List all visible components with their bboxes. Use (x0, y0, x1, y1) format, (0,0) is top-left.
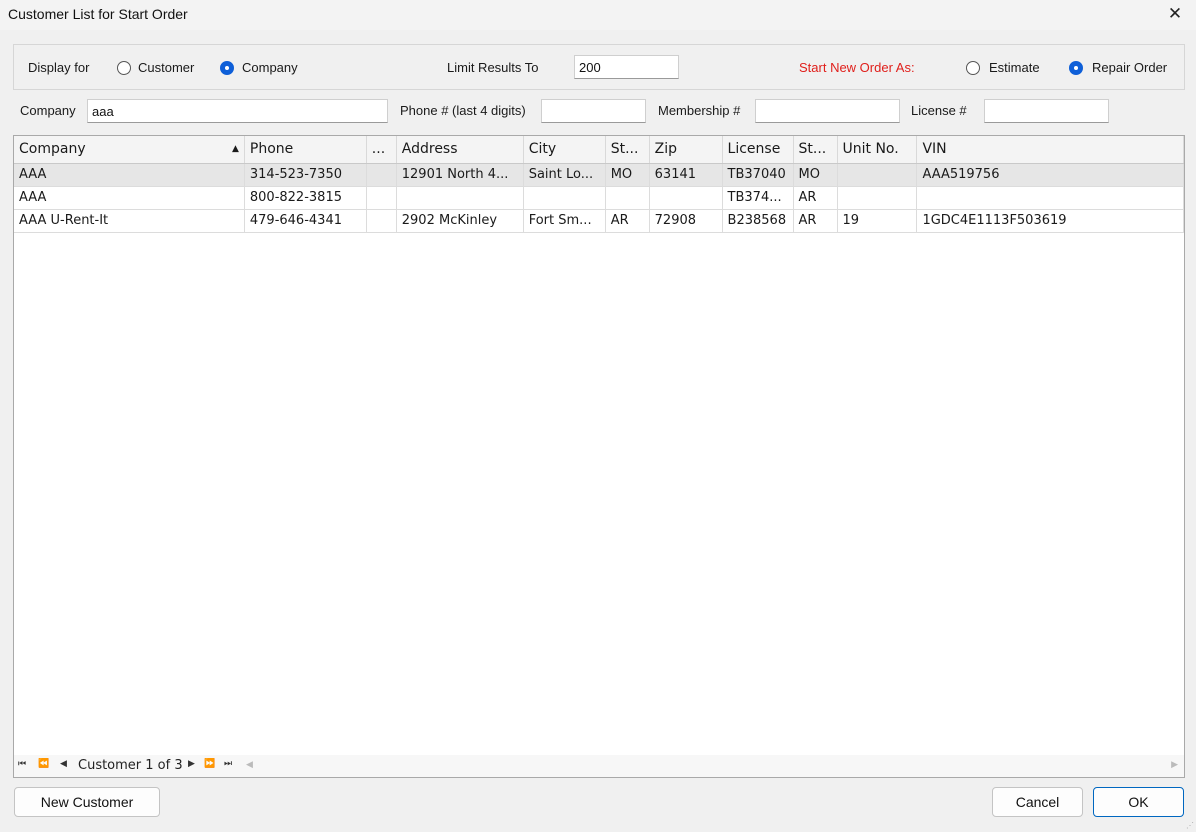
customer-radio-label[interactable]: Customer (138, 60, 194, 75)
cancel-button[interactable]: Cancel (992, 787, 1083, 817)
cell-license[interactable]: B238568 (722, 209, 794, 233)
column-header-vin[interactable]: VIN (916, 136, 1184, 164)
cell-unit-no[interactable]: 19 (837, 209, 918, 233)
company-radio[interactable] (220, 61, 234, 75)
cell-company[interactable]: AAA U-Rent-It (14, 209, 245, 233)
column-header-city[interactable]: City (523, 136, 606, 164)
display-for-label: Display for (28, 60, 90, 75)
next-page-icon[interactable]: ⏩ (204, 759, 215, 769)
cell-address[interactable]: 12901 North 4... (396, 163, 524, 187)
cell-zip[interactable]: 72908 (649, 209, 723, 233)
cell-zip[interactable]: 63141 (649, 163, 723, 187)
cell-license-state[interactable]: MO (793, 163, 838, 187)
start-new-order-label: Start New Order As: (799, 60, 915, 75)
limit-results-label: Limit Results To (447, 60, 539, 75)
close-icon[interactable]: ✕ (1164, 3, 1186, 25)
cell-city[interactable] (523, 186, 606, 210)
last-record-icon[interactable]: ⏭ (224, 759, 232, 769)
new-customer-button[interactable]: New Customer (14, 787, 160, 817)
next-record-icon[interactable]: ▶ (188, 759, 195, 769)
column-header-company[interactable]: Company ▲ (14, 136, 245, 164)
column-header-more[interactable]: ... (366, 136, 397, 164)
license-search-input[interactable] (984, 99, 1109, 123)
repair-order-radio-label[interactable]: Repair Order (1092, 60, 1167, 75)
cell-unit-no[interactable] (837, 186, 918, 210)
membership-search-label: Membership # (658, 103, 741, 118)
table-row[interactable]: AAA 314-523-7350 12901 North 4... Saint … (14, 163, 1184, 187)
customer-table: Company ▲ Phone ... Address City St... Zi… (14, 136, 1184, 233)
phone-search-label: Phone # (last 4 digits) (400, 103, 526, 118)
cell-city[interactable]: Fort Sm... (523, 209, 606, 233)
filter-panel: Display for Customer Company Limit Resul… (13, 44, 1185, 90)
cell-zip[interactable] (649, 186, 723, 210)
resize-grip-icon[interactable]: ⋰ (1186, 821, 1194, 830)
cell-address[interactable] (396, 186, 524, 210)
previous-record-icon[interactable]: ◀ (60, 759, 67, 769)
record-position-text: Customer 1 of 3 (78, 758, 183, 773)
phone-search-input[interactable] (541, 99, 646, 123)
estimate-radio[interactable] (966, 61, 980, 75)
cell-license-state[interactable]: AR (793, 209, 838, 233)
cell-phone[interactable]: 800-822-3815 (244, 186, 367, 210)
company-search-label: Company (20, 103, 76, 118)
cell-more[interactable] (366, 186, 397, 210)
cell-state[interactable] (605, 186, 650, 210)
scroll-right-icon[interactable]: ▶ (1171, 760, 1178, 770)
header-row: Company ▲ Phone ... Address City St... Zi… (14, 136, 1184, 164)
cell-more[interactable] (366, 163, 397, 187)
cell-license[interactable]: TB374... (722, 186, 794, 210)
cell-more[interactable] (366, 209, 397, 233)
cell-vin[interactable] (916, 186, 1184, 210)
record-navigator: ⏮ ⏪ ◀ Customer 1 of 3 ▶ ⏩ ⏭ ◀ ▶ (14, 755, 1184, 777)
cell-vin[interactable]: AAA519756 (916, 163, 1184, 187)
cell-vin[interactable]: 1GDC4E1113F503619 (916, 209, 1184, 233)
cell-state[interactable]: AR (605, 209, 650, 233)
first-record-icon[interactable]: ⏮ (18, 759, 26, 769)
repair-order-radio[interactable] (1069, 61, 1083, 75)
column-header-license-state[interactable]: St... (793, 136, 838, 164)
column-header-unit-no[interactable]: Unit No. (837, 136, 918, 164)
column-header-license[interactable]: License (722, 136, 794, 164)
column-header-state[interactable]: St... (605, 136, 650, 164)
estimate-radio-label[interactable]: Estimate (989, 60, 1040, 75)
customer-radio[interactable] (117, 61, 131, 75)
table-row[interactable]: AAA 800-822-3815 TB374... AR (14, 186, 1184, 210)
cell-state[interactable]: MO (605, 163, 650, 187)
cell-company[interactable]: AAA (14, 163, 245, 187)
cell-city[interactable]: Saint Lo... (523, 163, 606, 187)
table-row[interactable]: AAA U-Rent-It 479-646-4341 2902 McKinley… (14, 209, 1184, 233)
ok-button[interactable]: OK (1093, 787, 1184, 817)
scroll-left-icon[interactable]: ◀ (246, 760, 253, 770)
column-header-zip[interactable]: Zip (649, 136, 723, 164)
cell-phone[interactable]: 314-523-7350 (244, 163, 367, 187)
limit-results-input[interactable] (574, 55, 679, 79)
sort-ascending-icon: ▲ (231, 144, 239, 155)
title-bar: Customer List for Start Order ✕ (0, 0, 1196, 30)
cell-license[interactable]: TB37040 (722, 163, 794, 187)
cell-license-state[interactable]: AR (793, 186, 838, 210)
cell-phone[interactable]: 479-646-4341 (244, 209, 367, 233)
column-header-phone[interactable]: Phone (244, 136, 367, 164)
membership-search-input[interactable] (755, 99, 900, 123)
company-search-input[interactable] (87, 99, 388, 123)
window-title: Customer List for Start Order (8, 6, 188, 22)
customer-grid: Company ▲ Phone ... Address City St... Zi… (13, 135, 1185, 778)
company-radio-label[interactable]: Company (242, 60, 298, 75)
cell-address[interactable]: 2902 McKinley (396, 209, 524, 233)
column-header-address[interactable]: Address (396, 136, 524, 164)
license-search-label: License # (911, 103, 967, 118)
cell-company[interactable]: AAA (14, 186, 245, 210)
previous-page-icon[interactable]: ⏪ (38, 759, 49, 769)
cell-unit-no[interactable] (837, 163, 918, 187)
